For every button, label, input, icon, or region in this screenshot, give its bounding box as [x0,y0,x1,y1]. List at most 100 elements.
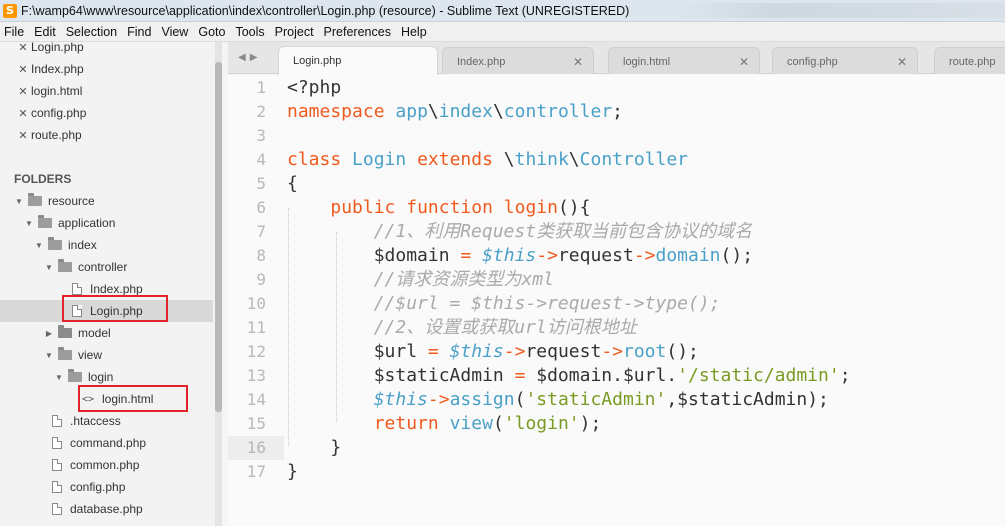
code-token: -> [536,245,558,266]
tab-nav-arrows-icon[interactable]: ◀▶ [238,52,261,63]
open-file-label: Login.php [31,42,84,54]
folder-open-icon [58,259,72,272]
code-line[interactable]: 13 $staticAdmin = $domain.$url.'/static/… [228,364,1005,388]
line-number: 3 [256,126,266,145]
folder-closed-icon [58,325,72,338]
tree-file-config-php[interactable]: config.php [52,476,125,498]
code-token: ,$staticAdmin); [666,389,829,410]
close-icon[interactable]: ✕ [18,107,28,120]
code-text: $staticAdmin = $domain.$url.'/static/adm… [287,364,851,388]
file-icon [52,503,62,515]
tab-login-html[interactable]: login.html ✕ [608,47,760,74]
close-icon[interactable]: ✕ [573,55,583,69]
tab-config-php[interactable]: config.php ✕ [772,47,918,74]
line-number: 2 [256,102,266,121]
code-text: return view('login'); [287,412,602,436]
window-controls-blurred [675,3,1005,18]
close-icon[interactable]: ✕ [18,63,28,76]
tree-label: common.php [70,458,140,472]
expanded-arrow-icon[interactable]: ▼ [34,241,44,250]
tab-route-php[interactable]: route.php [934,47,1005,74]
sidebar-scrollbar[interactable] [215,42,222,526]
code-line[interactable]: 12 $url = $this->request->root(); [228,340,1005,364]
code-text: } [287,436,341,460]
code-token: $url [287,341,428,362]
tree-label: controller [78,260,128,274]
code-line[interactable]: 14 $this->assign('staticAdmin',$staticAd… [228,388,1005,412]
expanded-arrow-icon[interactable]: ▼ [54,373,64,382]
menu-edit[interactable]: Edit [29,25,61,39]
tree-folder-model[interactable]: ▶ model [44,322,111,344]
expanded-arrow-icon[interactable]: ▼ [44,351,54,360]
line-number: 4 [256,150,266,169]
menu-project[interactable]: Project [270,25,319,39]
code-editor[interactable]: 1 <?php 2 namespace app\index\controller; 3 4… [228,75,1005,526]
collapsed-arrow-icon[interactable]: ▶ [44,329,54,338]
tree-label: application [58,216,116,230]
code-line[interactable]: 7 //1、利用Request类获取当前包含协议的域名 [228,220,1005,244]
code-line[interactable]: 15 return view('login'); [228,412,1005,436]
code-token: <?php [287,77,342,98]
code-line[interactable]: 8 $domain = $this->request->domain(); [228,244,1005,268]
close-icon[interactable]: ✕ [739,55,749,69]
code-line[interactable]: 9 //请求资源类型为xml [228,268,1005,292]
code-line[interactable]: 4 class Login extends \think\Controller [228,148,1005,172]
menu-tools[interactable]: Tools [230,25,269,39]
tab-index-php[interactable]: Index.php ✕ [442,47,594,74]
tab-label: login.html [623,56,671,68]
code-token: extends [417,149,493,170]
menu-find[interactable]: Find [122,25,156,39]
code-line[interactable]: 10 //$url = $this->request->type(); [228,292,1005,316]
code-line[interactable]: 11 //2、设置或获取url访问根地址 [228,316,1005,340]
code-line[interactable]: 3 [228,124,1005,148]
menu-preferences[interactable]: Preferences [319,25,396,39]
menu-goto[interactable]: Goto [193,25,230,39]
code-line[interactable]: 17} [228,460,1005,484]
tree-folder-application[interactable]: ▼ application [24,212,115,234]
tree-folder-controller[interactable]: ▼ controller [44,256,127,278]
open-file-login-html[interactable]: ✕ login.html [0,80,82,102]
tree-file-htaccess[interactable]: .htaccess [52,410,121,432]
line-number: 11 [246,318,266,337]
code-line[interactable]: 16 } [228,436,1005,460]
tree-file-database-php[interactable]: database.php [52,498,143,520]
code-token: -> [503,341,526,362]
tree-folder-index[interactable]: ▼ index [34,234,97,256]
close-icon[interactable]: ✕ [18,129,28,142]
code-token: login [503,197,558,218]
tab-bar: ◀▶ Login.php Index.php ✕ login.html ✕ co… [228,42,1005,75]
open-file-login-php[interactable]: ✕ Login.php [0,42,84,58]
menu-help[interactable]: Help [396,25,432,39]
code-token: public [330,197,396,218]
code-text: //1、利用Request类获取当前包含协议的域名 [287,220,752,244]
code-line[interactable]: 2 namespace app\index\controller; [228,100,1005,124]
close-icon[interactable]: ✕ [897,55,907,69]
code-line[interactable]: 1 <?php [228,76,1005,100]
open-file-index-php[interactable]: ✕ Index.php [0,58,83,80]
tab-login-php[interactable]: Login.php [278,46,438,75]
scrollbar-thumb[interactable] [215,62,222,412]
expanded-arrow-icon[interactable]: ▼ [14,197,24,206]
highlight-box-login-html [78,385,188,412]
menu-view[interactable]: View [156,25,193,39]
tree-folder-resource[interactable]: ▼ resource [14,190,95,212]
expanded-arrow-icon[interactable]: ▼ [44,263,54,272]
close-icon[interactable]: ✕ [18,42,28,54]
open-file-config-php[interactable]: ✕ config.php [0,102,86,124]
menu-file[interactable]: File [0,25,29,39]
file-icon [52,459,62,471]
tree-file-common-php[interactable]: common.php [52,454,139,476]
tree-file-command-php[interactable]: command.php [52,432,146,454]
code-line[interactable]: 6 public function login(){ [228,196,1005,220]
tree-label: resource [48,194,95,208]
tree-folder-view[interactable]: ▼ view [44,344,102,366]
code-line[interactable]: 5{ [228,172,1005,196]
open-file-label: config.php [31,106,87,120]
menu-selection[interactable]: Selection [61,25,122,39]
close-icon[interactable]: ✕ [18,85,28,98]
expanded-arrow-icon[interactable]: ▼ [24,219,34,228]
open-file-route-php[interactable]: ✕ route.php [0,124,81,146]
code-token: (){ [557,197,591,218]
